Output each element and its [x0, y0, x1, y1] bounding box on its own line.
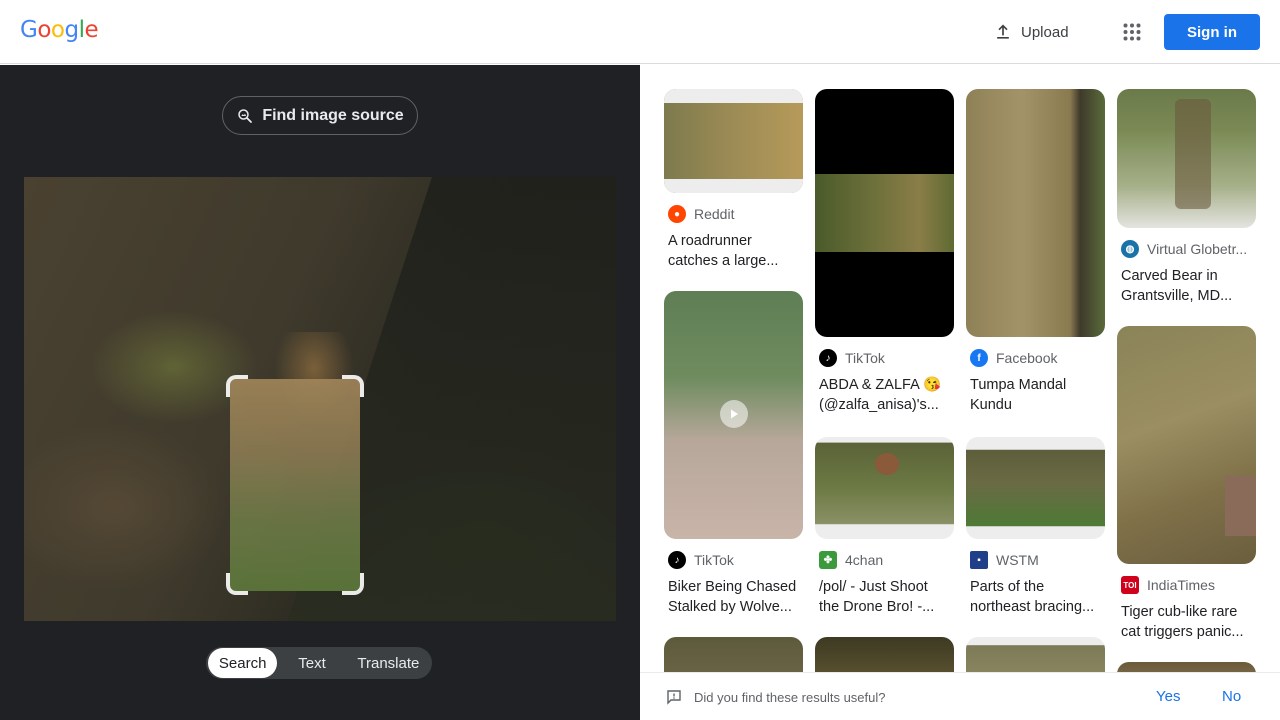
mode-tabs: Search Text Translate — [206, 647, 432, 679]
result-title-line: Carved Bear in — [1121, 268, 1218, 284]
visual-matches-panel: ● Reddit A roadrunner catches a large...… — [640, 65, 1280, 720]
image-search-icon — [238, 108, 253, 123]
indiatimes-icon: TOI — [1121, 576, 1139, 594]
feedback-icon — [667, 690, 681, 705]
result-source[interactable]: ✤ 4chan — [819, 551, 883, 569]
logo-letter: G — [20, 17, 38, 43]
result-title-line: Tumpa Mandal — [970, 377, 1067, 393]
result-source[interactable]: ◍ Virtual Globetr... — [1121, 240, 1247, 258]
facebook-icon: f — [970, 349, 988, 367]
wstm-icon: ▪ — [970, 551, 988, 569]
upload-label: Upload — [1021, 23, 1069, 41]
result-title-line: Tiger cub-like rare — [1121, 604, 1238, 620]
crop-handle-bottom-right[interactable] — [342, 573, 364, 595]
result-title-line: Parts of the — [970, 579, 1045, 595]
result-source[interactable]: ♪ TikTok — [819, 349, 885, 367]
result-title-line: Kundu — [970, 397, 1012, 413]
result-source[interactable]: TOI IndiaTimes — [1121, 576, 1215, 594]
logo-letter: o — [37, 17, 51, 43]
top-bar: Google Upload Sign in — [0, 0, 1280, 64]
result-thumbnail[interactable] — [664, 637, 803, 677]
result-title-line: ABDA & ZALFA 😘 — [819, 377, 942, 393]
result-source-name: Virtual Globetr... — [1147, 241, 1248, 257]
result-source-name: TikTok — [845, 350, 885, 366]
tiktok-icon: ♪ — [668, 551, 686, 569]
query-image — [24, 177, 616, 621]
result-source-name: WSTM — [996, 552, 1039, 568]
result-title-line: catches a large... — [668, 253, 779, 269]
globe-icon: ◍ — [1121, 240, 1139, 258]
tab-text[interactable]: Text — [277, 648, 346, 678]
result-title[interactable]: A roadrunner catches a large... — [668, 231, 798, 271]
feedback-yes-button[interactable]: Yes — [1156, 688, 1180, 705]
result-thumbnail[interactable] — [815, 437, 954, 539]
result-source-name: 4chan — [845, 552, 884, 568]
reddit-icon: ● — [668, 205, 686, 223]
result-title-line: /pol/ - Just Shoot — [819, 579, 928, 595]
result-title-line: northeast bracing... — [970, 599, 1095, 615]
tiktok-icon: ♪ — [819, 349, 837, 367]
result-title[interactable]: Tiger cub-like rare cat triggers panic..… — [1121, 602, 1255, 642]
result-thumbnail[interactable] — [664, 89, 803, 193]
4chan-icon: ✤ — [819, 551, 837, 569]
result-title-line: A roadrunner — [668, 233, 752, 249]
crop-handle-top-right[interactable] — [342, 375, 364, 397]
find-image-source-label: Find image source — [262, 106, 404, 124]
result-thumbnail[interactable] — [664, 291, 803, 539]
feedback-question: Did you find these results useful? — [694, 690, 886, 705]
result-source[interactable]: f Facebook — [970, 349, 1057, 367]
crop-selection[interactable] — [226, 375, 364, 595]
upload-button[interactable]: Upload — [984, 12, 1074, 52]
apps-grid-icon — [1123, 23, 1141, 41]
result-source[interactable]: ▪ WSTM — [970, 551, 1039, 569]
upload-icon — [997, 24, 1009, 39]
result-thumbnail[interactable] — [966, 437, 1105, 539]
sign-in-button[interactable]: Sign in — [1164, 14, 1260, 50]
result-title[interactable]: ABDA & ZALFA 😘 (@zalfa_anisa)'s... — [819, 375, 953, 415]
logo-letter: e — [84, 17, 99, 43]
result-source[interactable]: ♪ TikTok — [668, 551, 734, 569]
result-title[interactable]: Carved Bear in Grantsville, MD... — [1121, 266, 1255, 306]
crop-handle-top-left[interactable] — [226, 375, 248, 397]
crop-handle-bottom-left[interactable] — [226, 573, 248, 595]
result-title[interactable]: Tumpa Mandal Kundu — [970, 375, 1104, 415]
google-logo[interactable]: Google — [20, 17, 99, 43]
result-source[interactable]: ● Reddit — [668, 205, 734, 223]
result-title-line: (@zalfa_anisa)'s... — [819, 397, 939, 413]
result-thumbnail[interactable] — [815, 89, 954, 337]
result-title[interactable]: Biker Being Chased Stalked by Wolve... — [668, 577, 802, 617]
result-thumbnail[interactable] — [1117, 326, 1256, 564]
result-thumbnail[interactable] — [815, 637, 954, 677]
result-source-name: IndiaTimes — [1147, 577, 1215, 593]
apps-button[interactable] — [1114, 14, 1150, 50]
tab-search[interactable]: Search — [208, 648, 278, 678]
logo-letter: o — [50, 17, 65, 43]
result-title-line: cat triggers panic... — [1121, 624, 1244, 640]
result-thumbnail[interactable] — [1117, 89, 1256, 228]
query-image-panel: Find image source Search Text Translate — [0, 65, 640, 720]
result-title[interactable]: /pol/ - Just Shoot the Drone Bro! -... — [819, 577, 953, 617]
result-title-line: Biker Being Chased — [668, 579, 797, 595]
result-title-line: Grantsville, MD... — [1121, 288, 1233, 304]
result-source-name: Facebook — [996, 350, 1058, 366]
feedback-bar: Did you find these results useful? Yes N… — [640, 672, 1280, 720]
play-icon[interactable] — [720, 400, 748, 428]
result-source-name: TikTok — [694, 552, 734, 568]
find-image-source-button[interactable]: Find image source — [222, 96, 418, 135]
result-title-line: Stalked by Wolve... — [668, 599, 792, 615]
result-thumbnail[interactable] — [966, 637, 1105, 677]
result-title-line: the Drone Bro! -... — [819, 599, 935, 615]
logo-letter: g — [64, 17, 79, 43]
result-thumbnail[interactable] — [966, 89, 1105, 337]
result-title[interactable]: Parts of the northeast bracing... — [970, 577, 1104, 617]
result-source-name: Reddit — [694, 206, 735, 222]
feedback-no-button[interactable]: No — [1222, 688, 1241, 705]
tab-translate[interactable]: Translate — [347, 648, 430, 678]
